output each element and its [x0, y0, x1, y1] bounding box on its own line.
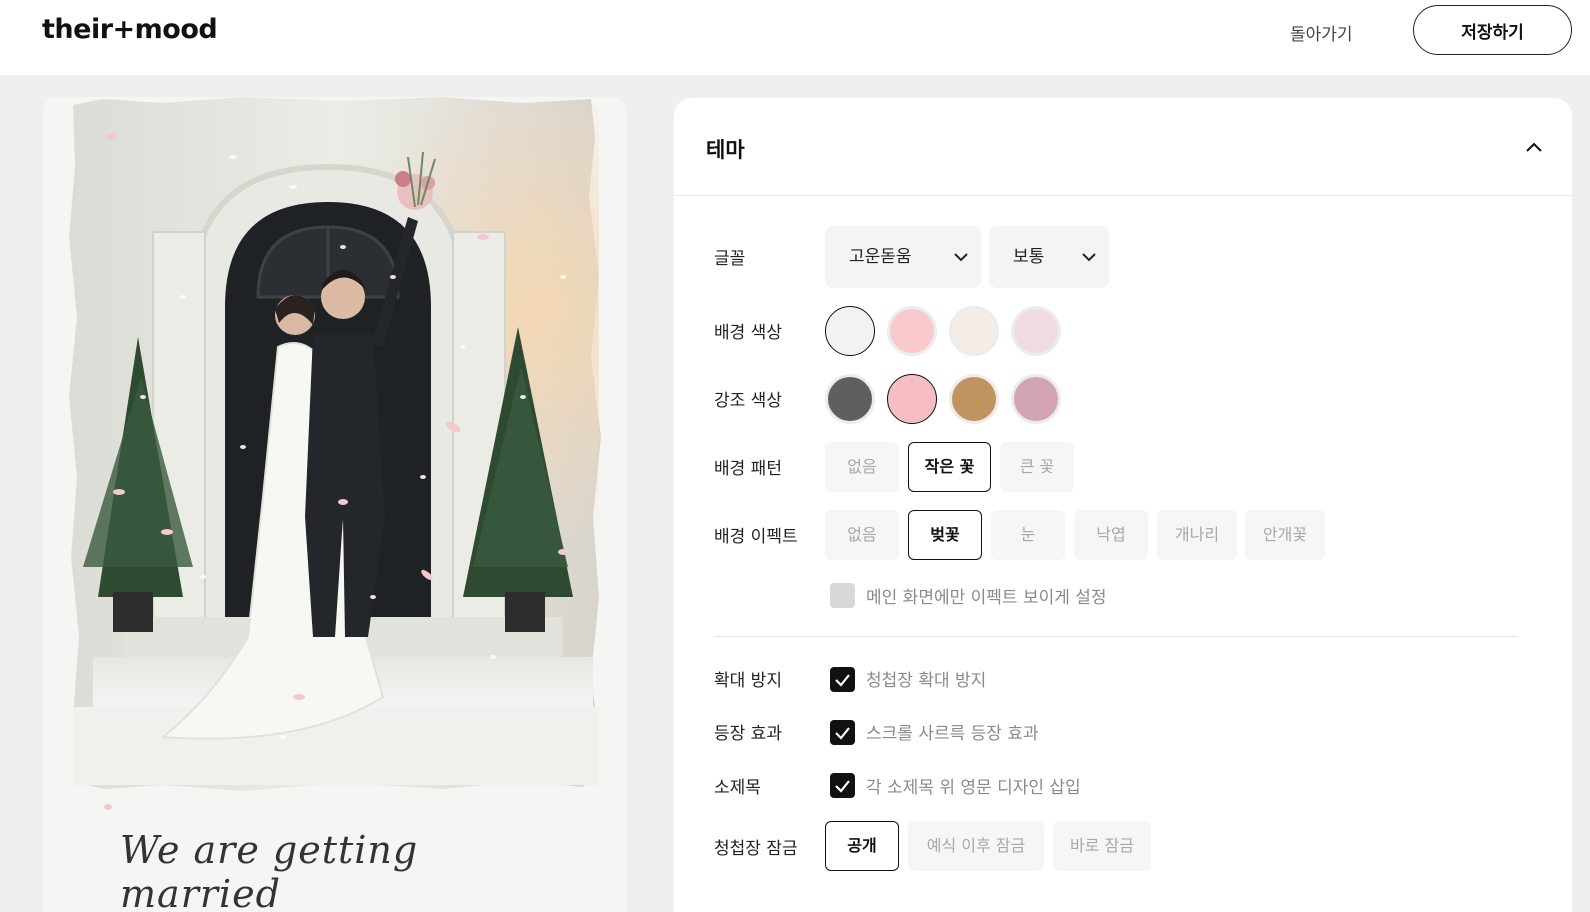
- wedding-photo: [43, 97, 627, 912]
- font-family-value: 고운돋움: [849, 247, 912, 267]
- font-weight-value: 보통: [1013, 247, 1045, 267]
- theme-panel: 테마 글꼴 고운돋움 보통 배경 색상 강조 색상 배경 패턴 없음 작은 꽃 …: [674, 98, 1572, 912]
- invitation-lock-label: 청첩장 잠금: [714, 839, 798, 859]
- lock-option-immediate[interactable]: 바로 잠금: [1053, 821, 1151, 871]
- font-weight-select[interactable]: 보통: [989, 226, 1109, 288]
- subtitle-checkbox[interactable]: [830, 773, 855, 798]
- chevron-down-icon: [954, 253, 968, 262]
- effect-option-none[interactable]: 없음: [825, 510, 899, 560]
- effect-option-babys-breath[interactable]: 안개꽃: [1245, 510, 1325, 560]
- chevron-down-icon: [1082, 253, 1096, 262]
- effect-option-cherry-blossom[interactable]: 벚꽃: [908, 510, 982, 560]
- script-title: We are getting married: [120, 828, 419, 912]
- appear-effect-label: 등장 효과: [714, 724, 782, 744]
- check-icon: [835, 780, 850, 793]
- lock-option-after-ceremony[interactable]: 예식 이후 잠금: [908, 821, 1044, 871]
- effect-option-leaves[interactable]: 낙엽: [1074, 510, 1148, 560]
- check-icon: [835, 727, 850, 740]
- subtitle-label: 소제목: [714, 778, 761, 798]
- chevron-up-icon[interactable]: [1522, 136, 1546, 160]
- zoom-lock-text: 청첩장 확대 방지: [866, 671, 987, 691]
- font-family-select[interactable]: 고운돋움: [825, 226, 981, 288]
- accent-color-swatch-2[interactable]: [887, 374, 937, 424]
- pattern-option-small-flower[interactable]: 작은 꽃: [908, 442, 991, 492]
- background-color-swatch-1[interactable]: [825, 306, 875, 356]
- main-only-effect-checkbox[interactable]: [830, 583, 855, 608]
- background-color-label: 배경 색상: [714, 323, 782, 343]
- section-divider: [714, 636, 1518, 637]
- theme-panel-header[interactable]: 테마: [674, 98, 1572, 196]
- logo[interactable]: their+mood: [42, 14, 218, 45]
- background-pattern-label: 배경 패턴: [714, 459, 782, 479]
- zoom-lock-label: 확대 방지: [714, 671, 782, 691]
- appear-effect-checkbox[interactable]: [830, 720, 855, 745]
- invitation-preview: [43, 97, 627, 912]
- accent-color-label: 강조 색상: [714, 391, 782, 411]
- pattern-option-none[interactable]: 없음: [825, 442, 899, 492]
- zoom-lock-checkbox[interactable]: [830, 667, 855, 692]
- back-button[interactable]: 돌아가기: [1290, 17, 1353, 53]
- background-color-swatch-3[interactable]: [949, 306, 999, 356]
- subtitle-text: 각 소제목 위 영문 디자인 삽입: [866, 778, 1081, 798]
- effect-option-snow[interactable]: 눈: [991, 510, 1065, 560]
- check-icon: [835, 674, 850, 687]
- appear-effect-text: 스크롤 사르륵 등장 효과: [866, 724, 1039, 744]
- lock-option-public[interactable]: 공개: [825, 821, 899, 871]
- background-effect-label: 배경 이펙트: [714, 527, 798, 547]
- main-only-effect-text: 메인 화면에만 이펙트 보이게 설정: [866, 588, 1107, 608]
- top-header: their+mood 돌아가기 저장하기: [0, 0, 1590, 75]
- accent-color-swatch-4[interactable]: [1011, 374, 1061, 424]
- background-color-swatch-4[interactable]: [1011, 306, 1061, 356]
- save-button[interactable]: 저장하기: [1413, 5, 1572, 55]
- accent-color-swatch-3[interactable]: [949, 374, 999, 424]
- pattern-option-big-flower[interactable]: 큰 꽃: [1000, 442, 1074, 492]
- background-color-swatch-2[interactable]: [887, 306, 937, 356]
- font-label: 글꼴: [714, 249, 746, 269]
- accent-color-swatch-1[interactable]: [825, 374, 875, 424]
- panel-title: 테마: [706, 138, 745, 162]
- effect-option-forsythia[interactable]: 개나리: [1157, 510, 1237, 560]
